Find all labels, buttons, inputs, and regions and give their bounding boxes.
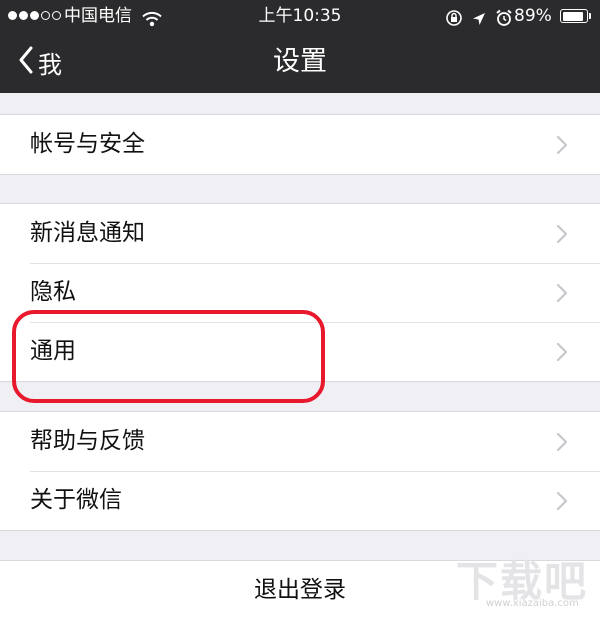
chevron-right-icon [556, 342, 568, 366]
settings-item-label: 帐号与安全 [30, 131, 145, 157]
settings-item-label: 通用 [30, 338, 76, 364]
chevron-right-icon [556, 491, 568, 515]
navigation-bar: 我 设置 [0, 32, 600, 93]
status-bar: 中国电信 上午10:35 89% [0, 0, 600, 32]
watermark-url: www.xiazaiba.com [486, 598, 579, 609]
settings-item-general[interactable]: 通用 [0, 322, 600, 381]
settings-item-account-security[interactable]: 帐号与安全 [0, 115, 600, 174]
settings-item-label: 隐私 [30, 279, 76, 305]
settings-item-label: 帮助与反馈 [30, 428, 145, 454]
settings-item-help-feedback[interactable]: 帮助与反馈 [0, 412, 600, 471]
settings-group-help: 帮助与反馈 关于微信 [0, 411, 600, 531]
settings-item-about[interactable]: 关于微信 [0, 471, 600, 530]
battery-icon [560, 9, 588, 23]
settings-item-label: 关于微信 [30, 487, 122, 513]
page-title: 设置 [273, 46, 327, 77]
settings-group-general: 新消息通知 隐私 通用 [0, 203, 600, 382]
watermark-logo: 下载吧 www.xiazaiba.com [456, 548, 596, 614]
chevron-right-icon [556, 432, 568, 456]
chevron-right-icon [556, 283, 568, 307]
settings-group-account: 帐号与安全 [0, 114, 600, 175]
top-bar: 中国电信 上午10:35 89% 我 设置 [0, 0, 600, 93]
chevron-right-icon [556, 135, 568, 159]
settings-item-label: 新消息通知 [30, 220, 145, 246]
battery-percentage: 89% [514, 6, 552, 26]
settings-item-privacy[interactable]: 隐私 [0, 263, 600, 322]
settings-item-notifications[interactable]: 新消息通知 [0, 204, 600, 263]
chevron-right-icon [556, 224, 568, 248]
